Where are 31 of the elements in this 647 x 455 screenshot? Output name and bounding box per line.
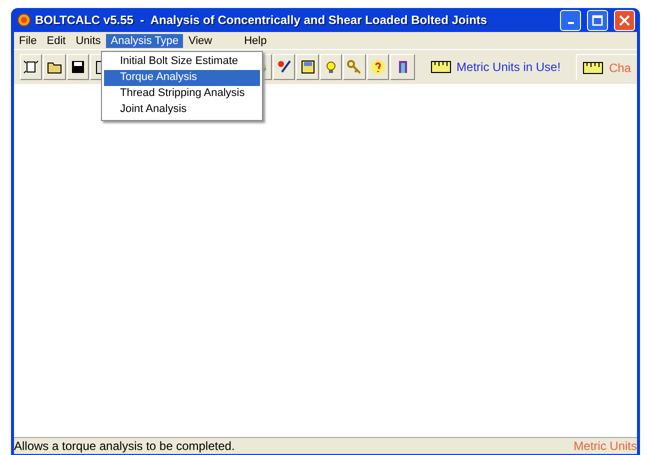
status-message: Allows a torque analysis to be completed.	[14, 439, 235, 453]
app-logo-icon	[17, 13, 31, 27]
save-button[interactable]	[296, 54, 319, 80]
menu-item[interactable]: View	[183, 34, 218, 48]
new-button[interactable]	[20, 54, 42, 80]
dropdown-item[interactable]: Torque Analysis	[104, 70, 260, 86]
close-icon	[619, 14, 630, 26]
open-button[interactable]	[43, 54, 66, 80]
ruler-icon	[582, 62, 603, 74]
window-title: BOLTCALC v5.55 - Analysis of Concentrically and Shear Loaded Bolted Joints	[35, 13, 488, 27]
ruler-icon	[430, 61, 451, 73]
maximize-button[interactable]	[587, 10, 608, 30]
maximize-icon	[592, 14, 603, 26]
menu-item[interactable]: Edit	[42, 34, 71, 48]
menu-item[interactable]: Help	[239, 34, 272, 48]
help-icon	[370, 59, 386, 75]
key-icon	[346, 59, 362, 75]
new-document-icon	[23, 59, 40, 75]
save-button[interactable]	[66, 54, 90, 80]
status-units: Metric Units	[574, 439, 637, 453]
tip-button[interactable]	[320, 54, 342, 80]
exit-button[interactable]	[390, 54, 416, 80]
close-button[interactable]	[614, 10, 635, 30]
help-button[interactable]	[366, 54, 389, 80]
menu-item[interactable]: Units	[70, 34, 106, 48]
minimize-button[interactable]	[560, 10, 581, 30]
key-button[interactable]	[343, 54, 366, 80]
menu-item[interactable]: Analysis Type	[106, 34, 184, 48]
pen-icon	[276, 59, 292, 75]
menu-item[interactable]: File	[14, 34, 42, 48]
edit-button[interactable]	[273, 54, 296, 80]
